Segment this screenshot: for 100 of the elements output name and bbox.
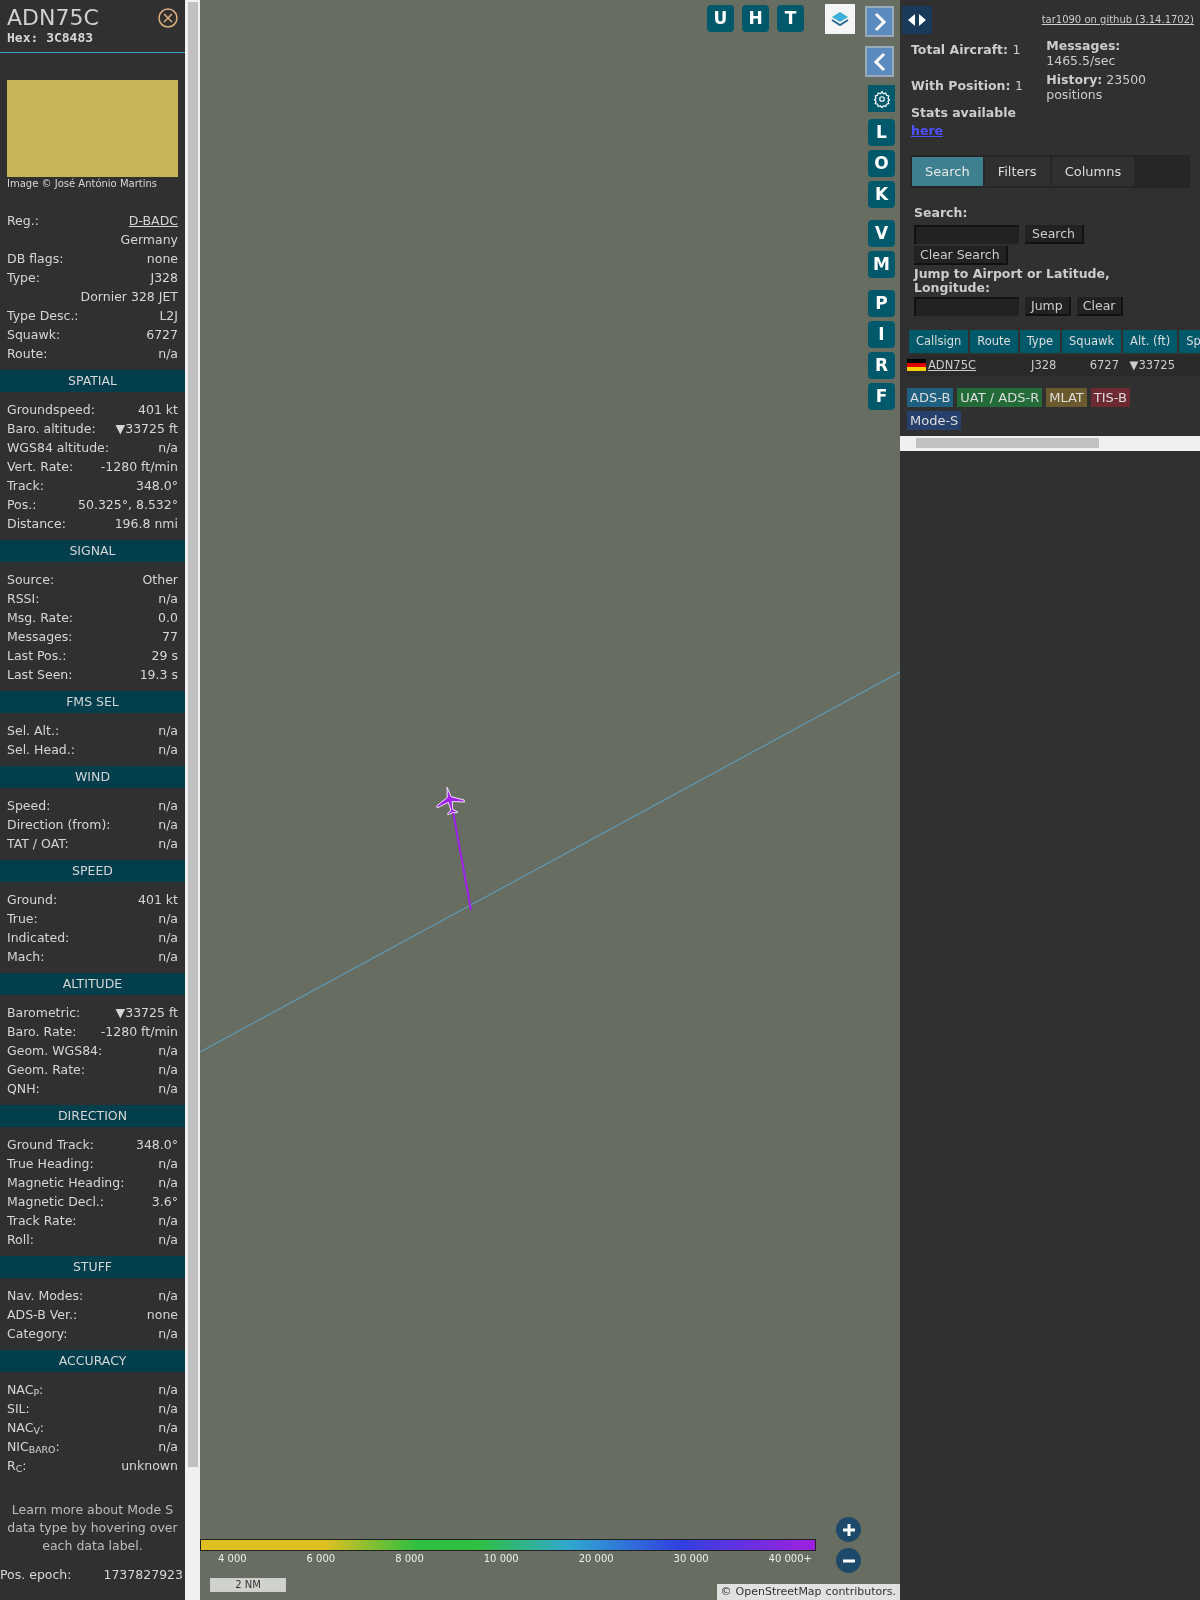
field-label: Category: [7,1325,68,1343]
clear-button[interactable]: Clear [1076,296,1124,316]
map-toggle-button[interactable]: H [742,5,769,32]
field-label: Roll: [7,1231,34,1249]
table-cell-text: ▼33725 [1128,356,1175,374]
field-value: Dornier 328 JET [80,288,178,306]
expand-right-button[interactable] [865,6,894,37]
altitude-legend-label: 40 000+ [768,1552,812,1566]
field-value: n/a [158,722,178,740]
jump-button[interactable]: Jump [1025,296,1071,316]
stat-text: Messages: 1465.5/sec [1046,38,1122,68]
field-value: n/a [158,948,178,966]
field-label: QNH: [7,1080,40,1098]
map-layer-button[interactable]: P [868,290,895,317]
field-value: n/a [158,1231,178,1249]
panel-tab[interactable]: Filters [984,157,1050,186]
clear-search-button[interactable]: Clear Search [914,245,1008,265]
panel-tab[interactable]: Search [912,157,983,186]
column-header[interactable]: Route [970,329,1018,353]
search-button[interactable]: Search [1025,224,1084,244]
panel-tab[interactable]: Columns [1051,157,1135,186]
field-value: n/a [158,1438,178,1456]
field-value: none [146,1306,178,1324]
attribution-text: © [720,1583,732,1600]
field-value: 6727 [146,326,178,344]
registration-link[interactable]: D-BADC [128,211,178,230]
field-value: none [146,250,178,268]
source-legend-badge: TIS-B [1090,387,1130,407]
field-label: Vert. Rate: [7,458,74,476]
layers-button[interactable] [825,4,855,34]
search-input[interactable] [914,224,1019,244]
map-layer-button[interactable]: I [868,321,895,348]
table-cell-text: 6727 [1088,356,1119,374]
field-value: 29 s [151,647,178,665]
field-value: L2J [159,307,178,325]
field-label: Baro. altitude: [7,420,96,438]
zoom-out-button[interactable] [836,1548,861,1573]
field-label: Messages: [7,628,73,646]
section-header: SPATIAL [0,370,185,392]
stat-text: History: 23500 positions [1046,72,1148,102]
settings-button[interactable] [868,85,895,112]
field-value: n/a [158,910,178,928]
map-layer-button[interactable]: M [868,251,895,278]
field-label: Track: [7,477,44,495]
field-label: NIC$_{BARO}$: [7,1438,60,1456]
stat-text: With Position: 1 [911,76,1024,95]
version-link[interactable]: tar1090 on github (3.14.1702) [1041,12,1194,27]
field-value: 401 kt [138,401,178,419]
aircraft-callsign: ADN75C [7,6,99,30]
section-header: ACCURACY [0,1350,185,1372]
altitude-legend-label: 20 000 [578,1552,614,1566]
field-value: n/a [158,590,178,608]
scrollbar[interactable] [185,0,200,1600]
callsign-link[interactable]: ADN75C [928,356,983,374]
map-layer-button[interactable]: L [868,119,895,146]
field-label: Indicated: [7,929,70,947]
map-layer-button[interactable]: V [868,220,895,247]
field-label: True Heading: [7,1155,94,1173]
field-label: Baro. Rate: [7,1023,77,1041]
field-label: Msg. Rate: [7,609,74,627]
close-icon[interactable] [158,8,178,28]
horizontal-scrollbar[interactable] [900,435,1200,451]
map-toggle-button[interactable]: T [777,5,804,32]
attribution-link[interactable]: OpenStreetMap [735,1583,822,1600]
field-value: n/a [158,1174,178,1192]
field-label: Route: [7,345,48,363]
column-header[interactable]: Sp [1179,329,1200,353]
airplane-icon[interactable] [436,786,465,816]
map-layer-button[interactable]: K [868,181,895,208]
source-legend-badge: MLAT [1046,387,1087,407]
field-value: 348.0° [135,477,178,495]
column-header[interactable]: Type [1019,329,1061,353]
section-header: ALTITUDE [0,973,185,995]
map-layer-button[interactable]: R [868,352,895,379]
field-label: Pos.: [7,496,37,514]
field-value: n/a [158,439,178,457]
map-toggle-button[interactable]: U [707,5,734,32]
field-value: n/a [158,1080,178,1098]
toggle-sidebar-button[interactable] [902,6,932,34]
field-value: n/a [158,1325,178,1343]
zoom-in-button[interactable] [836,1517,861,1542]
source-legend-badge: UAT / ADS-R [957,387,1043,407]
column-header[interactable]: Alt. (ft) [1123,329,1178,353]
field-label: Ground Track: [7,1136,94,1154]
collapse-left-button[interactable] [865,46,894,77]
field-label: Pos. epoch: [0,1566,72,1584]
field-label: R$_{C}$: [7,1457,27,1475]
field-value: -1280 ft/min [100,458,178,476]
hex-code: Hex: 3C8483 [7,30,95,46]
field-label: Sel. Alt.: [7,722,60,740]
column-header[interactable]: Callsign [909,329,969,353]
column-header[interactable]: Squawk [1062,329,1122,353]
field-label: Magnetic Heading: [7,1174,125,1192]
jump-input[interactable] [914,296,1019,316]
field-value: 77 [162,628,178,646]
field-value: n/a [158,1400,178,1418]
field-label: Jump to Airport or Latitude, Longitude: [914,266,1111,295]
map-layer-button[interactable]: F [868,383,895,410]
field-value: n/a [158,1155,178,1173]
map-layer-button[interactable]: O [868,150,895,177]
